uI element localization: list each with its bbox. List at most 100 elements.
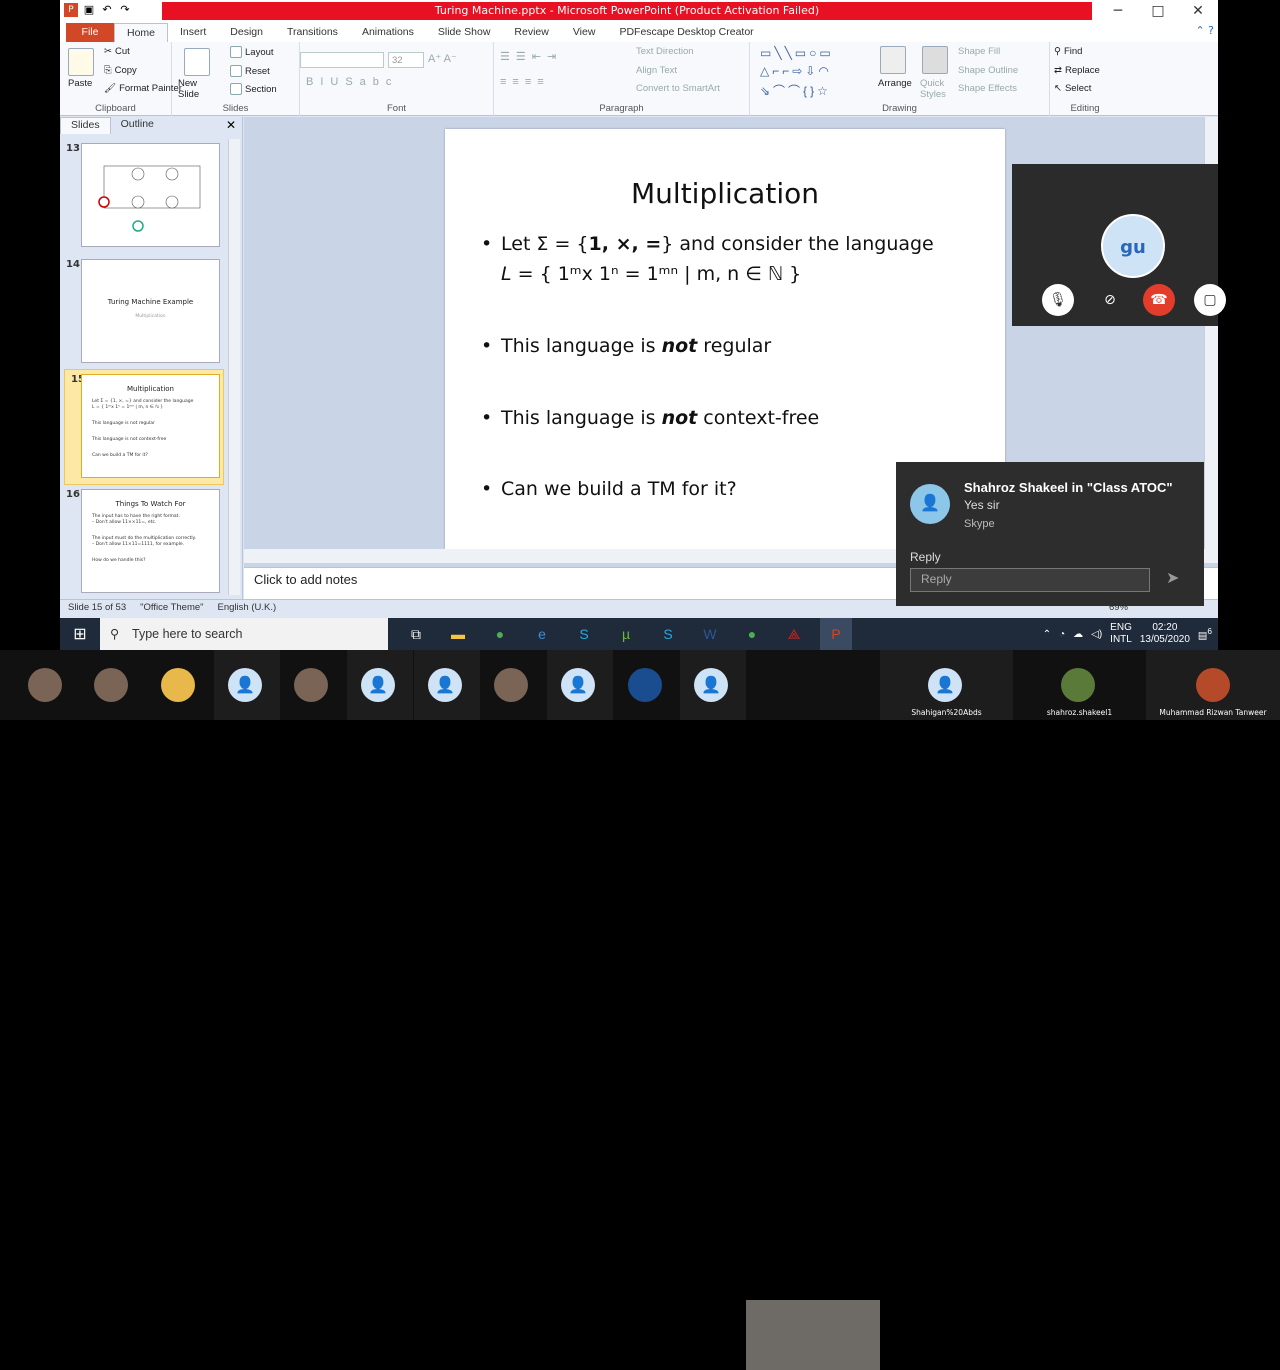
clock[interactable]: 02:20 13/05/2020 bbox=[1140, 622, 1190, 646]
paste-button[interactable]: Paste bbox=[68, 78, 92, 89]
chrome-icon[interactable]: ● bbox=[736, 618, 768, 650]
participant-tile[interactable] bbox=[614, 650, 680, 720]
notifications-icon[interactable]: ▤6 bbox=[1198, 626, 1212, 641]
shapes-gallery[interactable]: ▭╲╲▭○▭ bbox=[760, 46, 834, 60]
tab-slides[interactable]: Slides bbox=[60, 117, 111, 134]
maximize-button[interactable]: □ bbox=[1138, 0, 1178, 22]
powerpoint-icon[interactable]: P bbox=[820, 618, 852, 650]
font-style-buttons[interactable]: BIUSabc bbox=[306, 76, 398, 88]
taskbar-search[interactable]: ⚲ Type here to search bbox=[100, 618, 388, 650]
help-icon[interactable]: ⌃ ? bbox=[1195, 24, 1214, 37]
font-grow-icon[interactable]: A⁺ A⁻ bbox=[428, 52, 457, 65]
section-button[interactable]: Section bbox=[230, 83, 277, 95]
skype-business-icon[interactable]: S bbox=[568, 618, 600, 650]
tab-outline[interactable]: Outline bbox=[111, 117, 164, 134]
slide-title[interactable]: Multiplication bbox=[445, 177, 1005, 210]
participant-tile[interactable]: 👤 bbox=[414, 650, 480, 720]
font-size-box[interactable]: 32 bbox=[388, 52, 424, 68]
copy-button[interactable]: ⎘ Copy bbox=[104, 65, 137, 76]
network-icon[interactable]: ◔ bbox=[1059, 629, 1065, 640]
slide-thumbnail-15[interactable]: 15 Multiplication Let Σ = {1, ×, =} and … bbox=[64, 369, 224, 485]
participant-tile[interactable]: 👤 bbox=[680, 650, 746, 720]
volume-icon[interactable]: ◁) bbox=[1091, 629, 1102, 640]
slide-thumbnail-13[interactable]: 13 bbox=[60, 139, 230, 255]
windows-start-icon[interactable]: ⊞ bbox=[60, 624, 100, 644]
participant-tile[interactable]: 👤 Shahigan%20Abds bbox=[880, 650, 1013, 720]
participant-video[interactable] bbox=[746, 1300, 880, 1370]
save-icon[interactable]: ▣ bbox=[82, 3, 96, 17]
participant-tile[interactable] bbox=[280, 650, 346, 720]
shapes-gallery-row2[interactable]: △⌐⌐⇨⇩◠ bbox=[760, 64, 832, 78]
arrange-button[interactable]: Arrange bbox=[878, 78, 912, 89]
shape-effects-button[interactable]: Shape Effects bbox=[958, 83, 1017, 94]
text-direction-button[interactable]: Text Direction bbox=[636, 46, 694, 57]
bullet-1[interactable]: • Let Σ = {1, ×, =} and consider the lang… bbox=[481, 233, 934, 255]
bullet-1-language[interactable]: L = { 1ᵐx 1ⁿ = 1ᵐⁿ | m, n ∈ ℕ } bbox=[501, 263, 801, 285]
skype-icon[interactable]: S bbox=[652, 618, 684, 650]
tab-home[interactable]: Home bbox=[114, 23, 169, 42]
replace-button[interactable]: ⇄ Replace bbox=[1054, 65, 1100, 76]
send-icon[interactable]: ➤ bbox=[1166, 568, 1179, 588]
participant-tile[interactable]: 👤 bbox=[347, 650, 413, 720]
chrome-icon[interactable]: ● bbox=[484, 618, 516, 650]
paste-icon[interactable] bbox=[68, 48, 94, 76]
tab-view[interactable]: View bbox=[561, 23, 608, 42]
list-icons[interactable]: ☰☰⇤⇥ bbox=[500, 50, 562, 63]
acrobat-icon[interactable]: ⟁ bbox=[778, 618, 810, 650]
language-indicator[interactable]: English (U.K.) bbox=[218, 602, 277, 616]
reset-button[interactable]: Reset bbox=[230, 65, 270, 77]
align-text-button[interactable]: Align Text bbox=[636, 65, 677, 76]
keyboard-language[interactable]: ENG INTL bbox=[1110, 622, 1132, 646]
close-icon[interactable]: ✕ bbox=[226, 118, 236, 132]
smartart-button[interactable]: Convert to SmartArt bbox=[636, 83, 720, 94]
find-button[interactable]: ⚲ Find bbox=[1054, 46, 1082, 57]
chevron-up-icon[interactable]: ⌃ bbox=[1043, 629, 1051, 640]
participant-tile[interactable]: Muhammad Rizwan Tanweer bbox=[1146, 650, 1280, 720]
bullet-3[interactable]: • This language is not context-free bbox=[481, 407, 819, 429]
quick-styles-button[interactable]: Quick Styles bbox=[920, 78, 950, 100]
tab-transitions[interactable]: Transitions bbox=[275, 23, 350, 42]
shape-fill-button[interactable]: Shape Fill bbox=[958, 46, 1000, 57]
hang-up-icon[interactable]: ☎ bbox=[1143, 284, 1175, 316]
tab-insert[interactable]: Insert bbox=[168, 23, 218, 42]
quick-styles-icon[interactable] bbox=[922, 46, 948, 74]
share-screen-icon[interactable]: ▢ bbox=[1194, 284, 1226, 316]
participant-tile[interactable]: shahroz.shakeel1 bbox=[1013, 650, 1146, 720]
shapes-gallery-row3[interactable]: ⇘⌒⌒{}☆ bbox=[760, 82, 831, 99]
bullet-4[interactable]: • Can we build a TM for it? bbox=[481, 478, 737, 500]
utorrent-icon[interactable]: µ bbox=[610, 618, 642, 650]
tab-design[interactable]: Design bbox=[218, 23, 275, 42]
shape-outline-button[interactable]: Shape Outline bbox=[958, 65, 1018, 76]
participant-tile[interactable] bbox=[14, 650, 80, 720]
reply-input[interactable]: Reply bbox=[910, 568, 1150, 592]
participant-tile[interactable]: 👤 bbox=[214, 650, 280, 720]
tab-file[interactable]: File bbox=[66, 23, 114, 42]
slide-thumbnail-16[interactable]: 16 Things To Watch For The input has to … bbox=[60, 485, 230, 601]
font-name-box[interactable] bbox=[300, 52, 384, 68]
arrange-icon[interactable] bbox=[880, 46, 906, 74]
tab-animations[interactable]: Animations bbox=[350, 23, 426, 42]
format-painter-button[interactable]: 🖌 Format Painter bbox=[104, 83, 182, 94]
participant-tile[interactable] bbox=[147, 650, 213, 720]
cut-button[interactable]: ✂ Cut bbox=[104, 46, 130, 57]
minimize-button[interactable]: ─ bbox=[1098, 0, 1138, 22]
cloud-icon[interactable]: ☁ bbox=[1073, 629, 1083, 640]
tab-pdfescape[interactable]: PDFescape Desktop Creator bbox=[607, 23, 765, 42]
powerpoint-icon[interactable]: P bbox=[64, 3, 78, 17]
participant-tile[interactable] bbox=[80, 650, 146, 720]
undo-icon[interactable]: ↶ bbox=[100, 3, 114, 17]
bullet-2[interactable]: • This language is not regular bbox=[481, 335, 771, 357]
select-button[interactable]: ↖ Select bbox=[1054, 83, 1091, 94]
close-button[interactable]: ✕ bbox=[1178, 0, 1218, 22]
word-icon[interactable]: W bbox=[694, 618, 726, 650]
file-explorer-icon[interactable]: ▬ bbox=[442, 618, 474, 650]
edge-icon[interactable]: e bbox=[526, 618, 558, 650]
align-icons[interactable]: ≡≡≡≡ bbox=[500, 76, 550, 88]
new-slide-button[interactable]: New Slide bbox=[178, 78, 218, 100]
panel-scrollbar[interactable] bbox=[228, 139, 240, 595]
microphone-icon[interactable]: 🎙 bbox=[1042, 284, 1074, 316]
tab-slide-show[interactable]: Slide Show bbox=[426, 23, 503, 42]
video-off-icon[interactable]: ⊘ bbox=[1094, 284, 1126, 316]
tab-review[interactable]: Review bbox=[502, 23, 560, 42]
new-slide-icon[interactable] bbox=[184, 48, 210, 76]
